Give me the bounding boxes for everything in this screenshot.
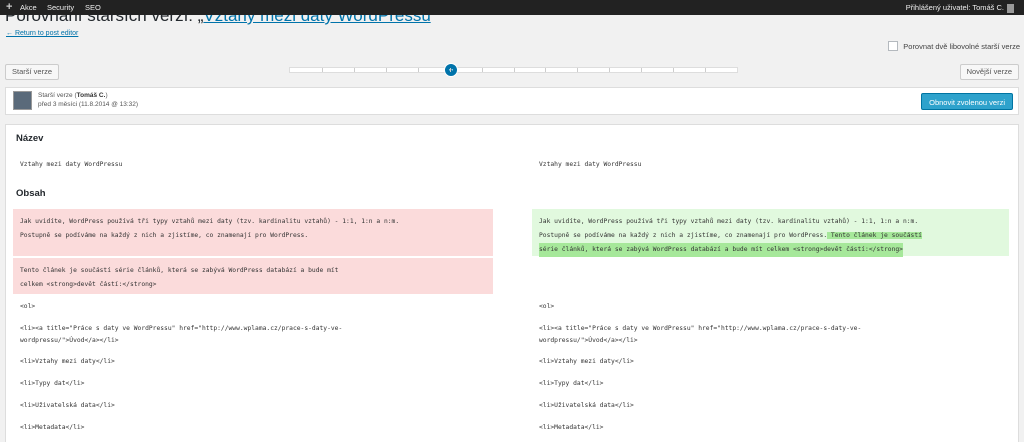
user-label: Přihlášený uživatel: Tomáš C. [905, 3, 1004, 12]
diff-panel: Název Vztahy mezi daty WordPressu Vztahy… [5, 124, 1019, 442]
admin-menu-security[interactable]: Security [47, 0, 74, 15]
diff-line: <li>Metadata</li> [539, 424, 604, 431]
inserted-block: Jak uvidíte, WordPress používá tři typy … [532, 209, 1009, 257]
slider-tick[interactable] [641, 68, 642, 72]
slider-tick[interactable] [609, 68, 610, 72]
slider-tick[interactable] [322, 68, 323, 72]
slider-tick[interactable] [514, 68, 515, 72]
title-heading: Název [16, 133, 44, 144]
diff-line: <li>Metadata</li> [20, 424, 85, 431]
admin-menu-akce[interactable]: Akce [20, 0, 37, 15]
diff-line: <li><a title="Práce s daty ve WordPressu… [20, 325, 343, 332]
revision-date: před 3 měsíci (11.8.2014 @ 13:32) [38, 101, 139, 108]
slider-tick[interactable] [418, 68, 419, 72]
diff-line: <li>Typy dat</li> [539, 380, 604, 387]
admin-bar: + Akce Security SEO Přihlášený uživatel:… [0, 0, 1024, 15]
next-revision-button[interactable]: Novější verze [959, 64, 1019, 80]
restore-revision-button[interactable]: Obnovit zvolenou verzi [921, 93, 1013, 110]
compare-two-label: Porovnat dvě libovolné starší verze [903, 41, 1020, 51]
diff-line: <ol> [20, 303, 36, 310]
plus-icon[interactable]: + [6, 0, 12, 15]
deleted-block-1: Jak uvidíte, WordPress používá tři typy … [13, 209, 493, 256]
slider-tick[interactable] [545, 68, 546, 72]
content-heading: Obsah [16, 188, 46, 199]
diff-line: <li><a title="Práce s daty ve WordPressu… [539, 325, 862, 332]
slider-tick[interactable] [354, 68, 355, 72]
revision-slider[interactable]: ↔ [289, 63, 738, 77]
slider-handle-icon[interactable]: ↔ [444, 63, 458, 77]
diff-line: <li>Uživatelská data</li> [20, 402, 115, 409]
slider-tick[interactable] [386, 68, 387, 72]
diff-line: <li>Vztahy mezi daty</li> [539, 358, 634, 365]
compare-two-toggle[interactable]: Porovnat dvě libovolné starší verze [888, 41, 1020, 51]
slider-tick[interactable] [705, 68, 706, 72]
diff-line: <li>Uživatelská data</li> [539, 402, 634, 409]
inserted-highlight: Tento článek je součástí [827, 232, 922, 239]
revision-author: Starší verze (Tomáš C.) [38, 92, 108, 99]
slider-tick[interactable] [450, 68, 451, 72]
diff-line: wordpressu/">Úvod</a></li> [20, 337, 119, 344]
compare-two-checkbox[interactable] [888, 41, 899, 51]
slider-tick[interactable] [577, 68, 578, 72]
logged-in-user[interactable]: Přihlášený uživatel: Tomáš C. [906, 0, 1014, 15]
user-avatar-icon [1007, 3, 1014, 13]
diff-line: <li>Typy dat</li> [20, 380, 85, 387]
title-right: Vztahy mezi daty WordPressu [539, 161, 642, 168]
diff-line: <li>Vztahy mezi daty</li> [20, 358, 115, 365]
title-left: Vztahy mezi daty WordPressu [20, 161, 123, 168]
deleted-block-2: Tento článek je součástí série článků, k… [13, 258, 493, 294]
return-to-editor-link[interactable]: ← Return to post editor [6, 30, 78, 37]
slider-tick[interactable] [673, 68, 674, 72]
slider-tick[interactable] [482, 68, 483, 72]
author-name: Tomáš C. [76, 92, 106, 99]
revision-meta: Starší verze (Tomáš C.) před 3 měsíci (1… [5, 87, 1019, 115]
author-avatar [13, 91, 32, 110]
diff-line: wordpressu/">Úvod</a></li> [539, 337, 638, 344]
admin-menu-seo[interactable]: SEO [85, 0, 101, 15]
diff-line: <ol> [539, 303, 555, 310]
previous-revision-button[interactable]: Starší verze [5, 64, 60, 80]
